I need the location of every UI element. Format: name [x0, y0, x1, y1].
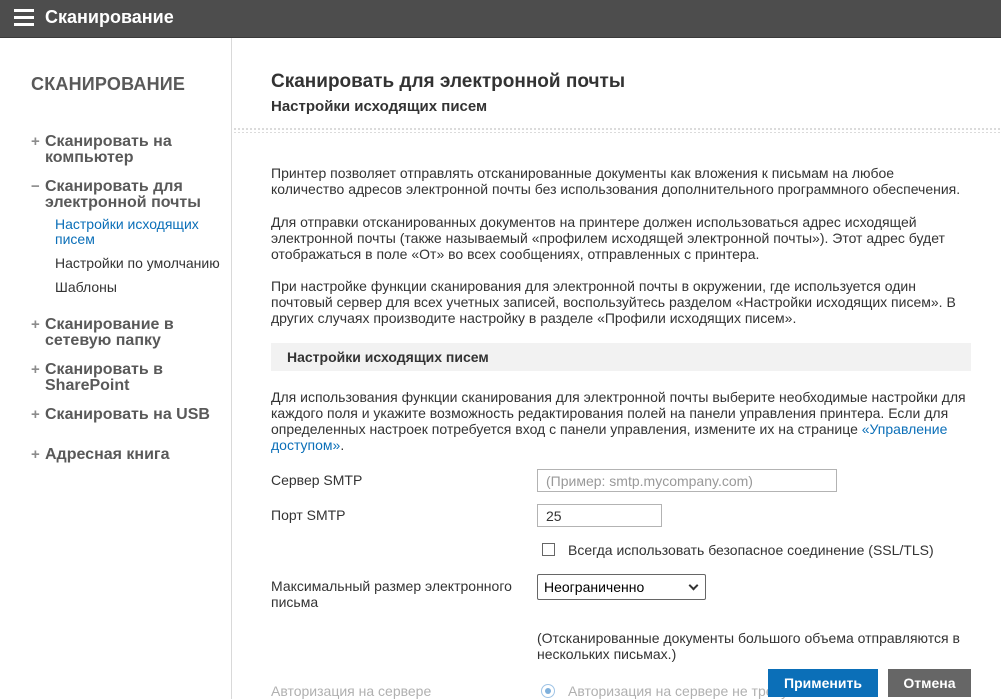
sidebar-item-label: Сканировать на компьютер [45, 133, 172, 166]
max-size-note: (Отсканированные документы большого объе… [537, 630, 960, 662]
main-content: Сканировать для электронной почты Настро… [233, 38, 1001, 699]
max-size-selected: Неограниченно [544, 579, 645, 595]
sidebar-item-label: Сканировать в SharePoint [45, 361, 163, 394]
app-title: Сканирование [45, 7, 174, 27]
dotted-divider [233, 127, 1001, 133]
smtp-server-label: Сервер SMTP [271, 472, 363, 488]
expand-icon: + [31, 406, 40, 423]
subnav-item-default-settings[interactable]: Настройки по умолчанию [55, 256, 226, 271]
section-title: Настройки исходящих писем [287, 349, 489, 365]
sidebar-item-label: Сканировать для электронной почты [45, 178, 201, 211]
collapse-icon: − [31, 178, 40, 195]
sidebar-item-scan-to-email[interactable]: − Сканировать для электронной почты [31, 179, 226, 211]
expand-icon: + [31, 316, 40, 333]
sidebar-heading: СКАНИРОВАНИЕ [31, 74, 186, 94]
smtp-port-label: Порт SMTP [271, 507, 346, 523]
sidebar-nav: + Сканировать на компьютер − Сканировать… [31, 134, 226, 463]
sidebar-item-label: Адресная книга [45, 446, 170, 463]
smtp-server-input[interactable] [537, 469, 837, 492]
cancel-button[interactable]: Отмена [888, 669, 971, 697]
page-title: Сканировать для электронной почты [271, 71, 626, 92]
chevron-down-icon [688, 580, 699, 591]
section-header: Настройки исходящих писем [271, 343, 971, 371]
top-bar: Сканирование [0, 0, 1001, 38]
max-size-select[interactable]: Неограниченно [537, 574, 706, 600]
intro-paragraph-1: Принтер позволяет отправлять отсканирова… [271, 165, 961, 197]
section-text-end: . [340, 437, 345, 453]
max-size-label: Максимальный размер электронного письма [271, 578, 512, 610]
apply-button[interactable]: Применить [768, 669, 878, 697]
sidebar-item-scan-to-sharepoint[interactable]: + Сканировать в SharePoint [31, 362, 226, 394]
intro-paragraph-2: Для отправки отсканированных документов … [271, 214, 945, 262]
subnav: Настройки исходящих писем Настройки по у… [55, 217, 226, 295]
sidebar: СКАНИРОВАНИЕ + Сканировать на компьютер … [0, 38, 232, 699]
expand-icon: + [31, 361, 40, 378]
expand-icon: + [31, 133, 40, 150]
ssl-checkbox[interactable] [542, 543, 555, 556]
ssl-checkbox-label: Всегда использовать безопасное соединени… [568, 542, 934, 558]
server-auth-radio[interactable] [541, 684, 555, 698]
section-description: Для использования функции сканирования д… [271, 389, 971, 453]
subnav-item-templates[interactable]: Шаблоны [55, 280, 226, 295]
smtp-port-input[interactable] [537, 504, 662, 527]
intro-paragraph-3: При настройке функции сканирования для э… [271, 278, 956, 326]
server-auth-label: Авторизация на сервере [271, 683, 432, 699]
expand-icon: + [31, 446, 40, 463]
sidebar-item-address-book[interactable]: + Адресная книга [31, 447, 226, 463]
sidebar-item-scan-to-computer[interactable]: + Сканировать на компьютер [31, 134, 226, 166]
sidebar-item-scan-to-usb[interactable]: + Сканировать на USB [31, 407, 226, 423]
sidebar-item-label: Сканирование в сетевую папку [45, 316, 174, 349]
page-subtitle: Настройки исходящих писем [271, 98, 488, 115]
subnav-item-outgoing-settings[interactable]: Настройки исходящих писем [55, 217, 226, 247]
hamburger-menu-icon[interactable] [14, 9, 34, 27]
sidebar-item-scan-to-network-folder[interactable]: + Сканирование в сетевую папку [31, 317, 226, 349]
sidebar-item-label: Сканировать на USB [45, 406, 210, 423]
